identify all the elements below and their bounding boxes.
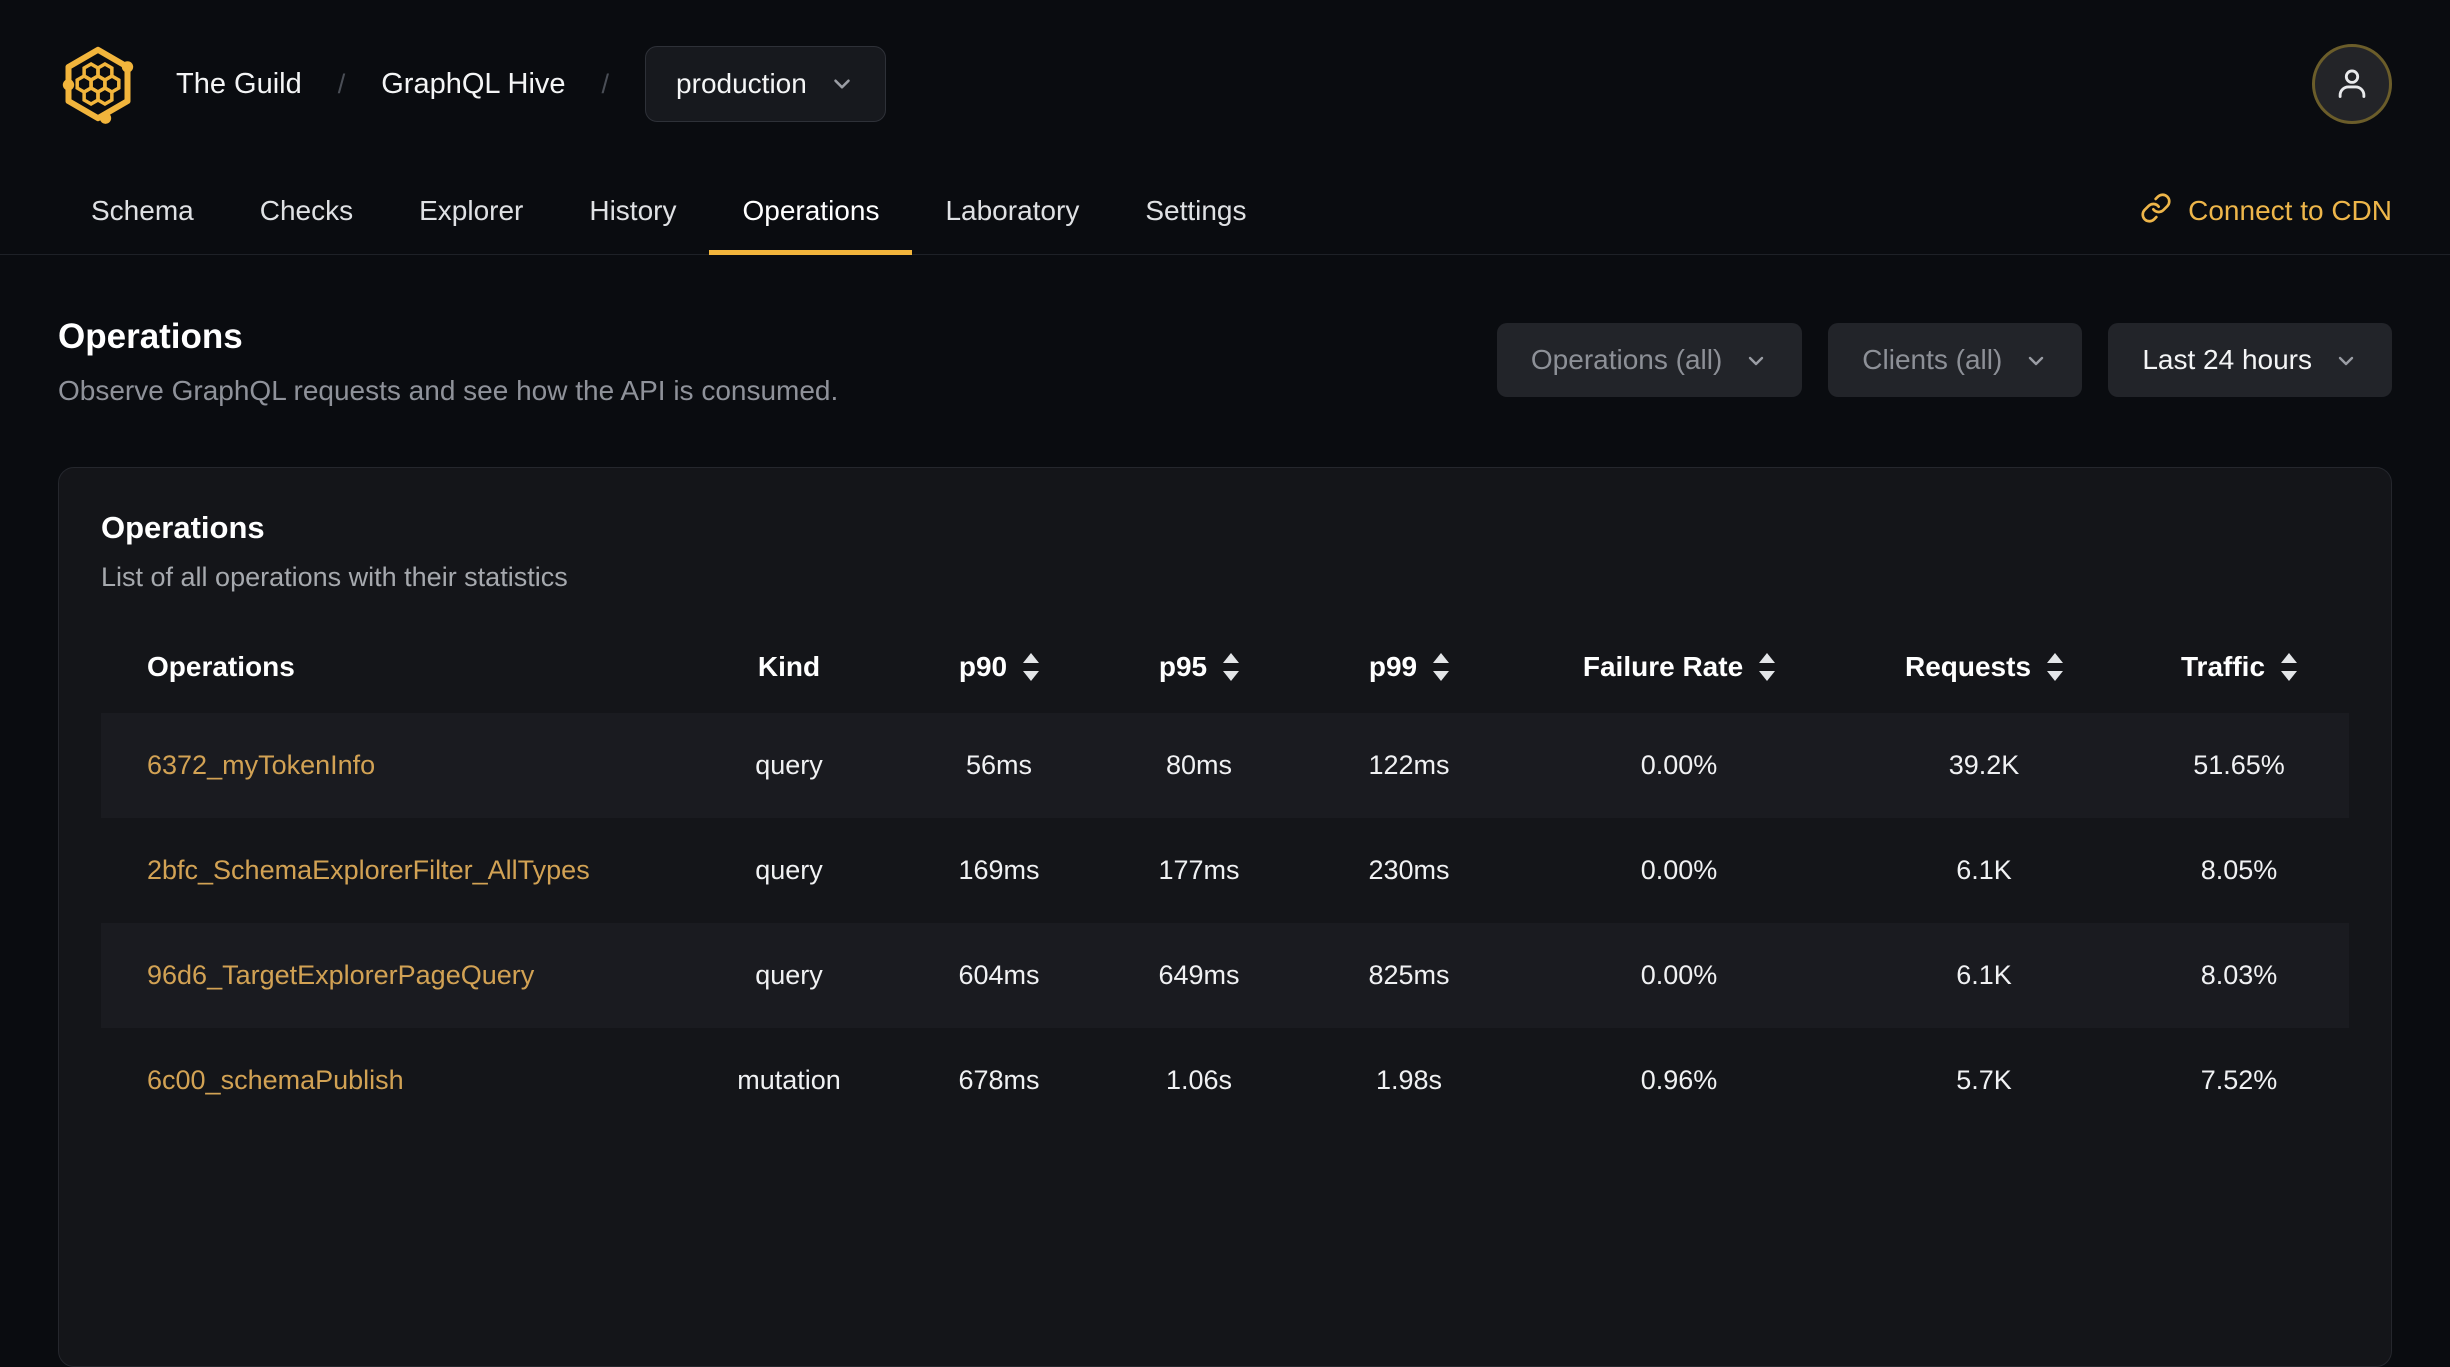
traffic-cell: 7.52% — [2200, 1065, 2278, 1095]
filters-bar: Operations (all) Clients (all) Last 24 h… — [1496, 323, 2392, 397]
main-nav: Schema Checks Explorer History Operation… — [0, 168, 2450, 255]
kind-cell: mutation — [737, 1065, 841, 1095]
breadcrumb: The Guild / GraphQL Hive / production — [176, 46, 886, 122]
chevron-down-icon — [1744, 348, 1768, 372]
requests-cell: 39.2K — [1948, 750, 2020, 780]
traffic-cell: 8.05% — [2200, 855, 2278, 885]
p90-cell: 604ms — [958, 960, 1040, 990]
p90-cell: 56ms — [965, 750, 1033, 780]
chevron-down-icon — [2024, 348, 2048, 372]
target-selector-value: production — [676, 68, 807, 99]
breadcrumb-org[interactable]: The Guild — [176, 68, 302, 101]
column-header-p95[interactable]: p95 — [1099, 651, 1299, 683]
chevron-down-icon — [2334, 348, 2358, 372]
period-filter-label: Last 24 hours — [2142, 344, 2312, 375]
sort-arrows-icon[interactable] — [1223, 653, 1240, 681]
kind-cell: query — [755, 750, 823, 780]
sort-arrows-icon[interactable] — [1023, 653, 1040, 681]
tab-checks[interactable]: Checks — [227, 168, 386, 254]
operations-table: Operations Kind p90 p95 p99 Failure Rate — [101, 621, 2349, 1133]
breadcrumb-project[interactable]: GraphQL Hive — [381, 68, 565, 101]
operations-filter-dropdown[interactable]: Operations (all) — [1496, 323, 1803, 397]
page-subtitle: Observe GraphQL requests and see how the… — [58, 375, 839, 406]
operation-link[interactable]: 6372_myTokenInfo — [147, 750, 375, 780]
p95-cell: 177ms — [1158, 855, 1240, 885]
failure-rate-cell: 0.00% — [1640, 855, 1718, 885]
table-header-row: Operations Kind p90 p95 p99 Failure Rate — [101, 621, 2349, 713]
p99-cell: 230ms — [1368, 855, 1450, 885]
card-title: Operations — [101, 510, 265, 545]
requests-cell: 6.1K — [1956, 855, 2012, 885]
column-header-failure-rate[interactable]: Failure Rate — [1519, 651, 1839, 683]
operation-link[interactable]: 2bfc_SchemaExplorerFilter_AllTypes — [147, 855, 590, 885]
p99-cell: 825ms — [1368, 960, 1450, 990]
requests-cell: 5.7K — [1956, 1065, 2012, 1095]
connect-to-cdn-label: Connect to CDN — [2188, 195, 2392, 226]
operation-link[interactable]: 96d6_TargetExplorerPageQuery — [147, 960, 534, 990]
period-filter-dropdown[interactable]: Last 24 hours — [2108, 323, 2392, 397]
sort-arrows-icon[interactable] — [2281, 653, 2298, 681]
column-header-p99[interactable]: p99 — [1299, 651, 1519, 683]
operations-card: Operations List of all operations with t… — [58, 467, 2392, 1367]
connect-to-cdn-link[interactable]: Connect to CDN — [2140, 168, 2392, 254]
p95-cell: 1.06s — [1165, 1065, 1233, 1095]
table-row: 6372_myTokenInfo query 56ms 80ms 122ms 0… — [101, 713, 2349, 818]
p99-cell: 1.98s — [1375, 1065, 1443, 1095]
user-icon — [2333, 64, 2371, 105]
p90-cell: 169ms — [958, 855, 1040, 885]
page-title: Operations — [58, 317, 243, 356]
page-title-block: Operations Observe GraphQL requests and … — [58, 317, 838, 407]
clients-filter-dropdown[interactable]: Clients (all) — [1828, 323, 2083, 397]
table-row: 96d6_TargetExplorerPageQuery query 604ms… — [101, 923, 2349, 1028]
operation-link[interactable]: 6c00_schemaPublish — [147, 1065, 404, 1095]
failure-rate-cell: 0.96% — [1640, 1065, 1718, 1095]
column-header-requests[interactable]: Requests — [1839, 651, 2129, 683]
link-icon — [2140, 192, 2172, 231]
traffic-cell: 8.03% — [2200, 960, 2278, 990]
kind-cell: query — [755, 855, 823, 885]
sort-arrows-icon[interactable] — [1759, 653, 1776, 681]
p90-cell: 678ms — [958, 1065, 1040, 1095]
user-avatar-button[interactable] — [2312, 44, 2392, 124]
table-row: 6c00_schemaPublish mutation 678ms 1.06s … — [101, 1028, 2349, 1133]
sort-arrows-icon[interactable] — [1433, 653, 1450, 681]
failure-rate-cell: 0.00% — [1640, 750, 1718, 780]
table-row: 2bfc_SchemaExplorerFilter_AllTypes query… — [101, 818, 2349, 923]
column-header-traffic[interactable]: Traffic — [2129, 651, 2349, 683]
hive-logo-icon[interactable] — [58, 44, 138, 124]
chevron-down-icon — [829, 71, 855, 97]
target-selector-dropdown[interactable]: production — [645, 46, 886, 122]
tab-explorer[interactable]: Explorer — [386, 168, 556, 254]
tab-operations[interactable]: Operations — [709, 168, 913, 255]
column-header-operations: Operations — [147, 651, 295, 682]
requests-cell: 6.1K — [1956, 960, 2012, 990]
failure-rate-cell: 0.00% — [1640, 960, 1718, 990]
p95-cell: 649ms — [1158, 960, 1240, 990]
breadcrumb-separator: / — [337, 68, 346, 99]
p95-cell: 80ms — [1165, 750, 1233, 780]
breadcrumb-separator: / — [601, 68, 610, 99]
operations-filter-label: Operations (all) — [1530, 344, 1723, 375]
p99-cell: 122ms — [1368, 750, 1450, 780]
column-header-kind: Kind — [757, 651, 821, 682]
tab-history[interactable]: History — [556, 168, 709, 254]
card-subtitle: List of all operations with their statis… — [101, 562, 568, 592]
sort-arrows-icon[interactable] — [2047, 653, 2064, 681]
kind-cell: query — [755, 960, 823, 990]
tab-laboratory[interactable]: Laboratory — [912, 168, 1112, 254]
clients-filter-label: Clients (all) — [1862, 344, 2003, 375]
traffic-cell: 51.65% — [2193, 750, 2285, 780]
column-header-p90[interactable]: p90 — [899, 651, 1099, 683]
tab-settings[interactable]: Settings — [1112, 168, 1279, 254]
app-header: The Guild / GraphQL Hive / production — [0, 0, 2450, 168]
page-head: Operations Observe GraphQL requests and … — [0, 255, 2450, 407]
tab-schema[interactable]: Schema — [58, 168, 227, 254]
